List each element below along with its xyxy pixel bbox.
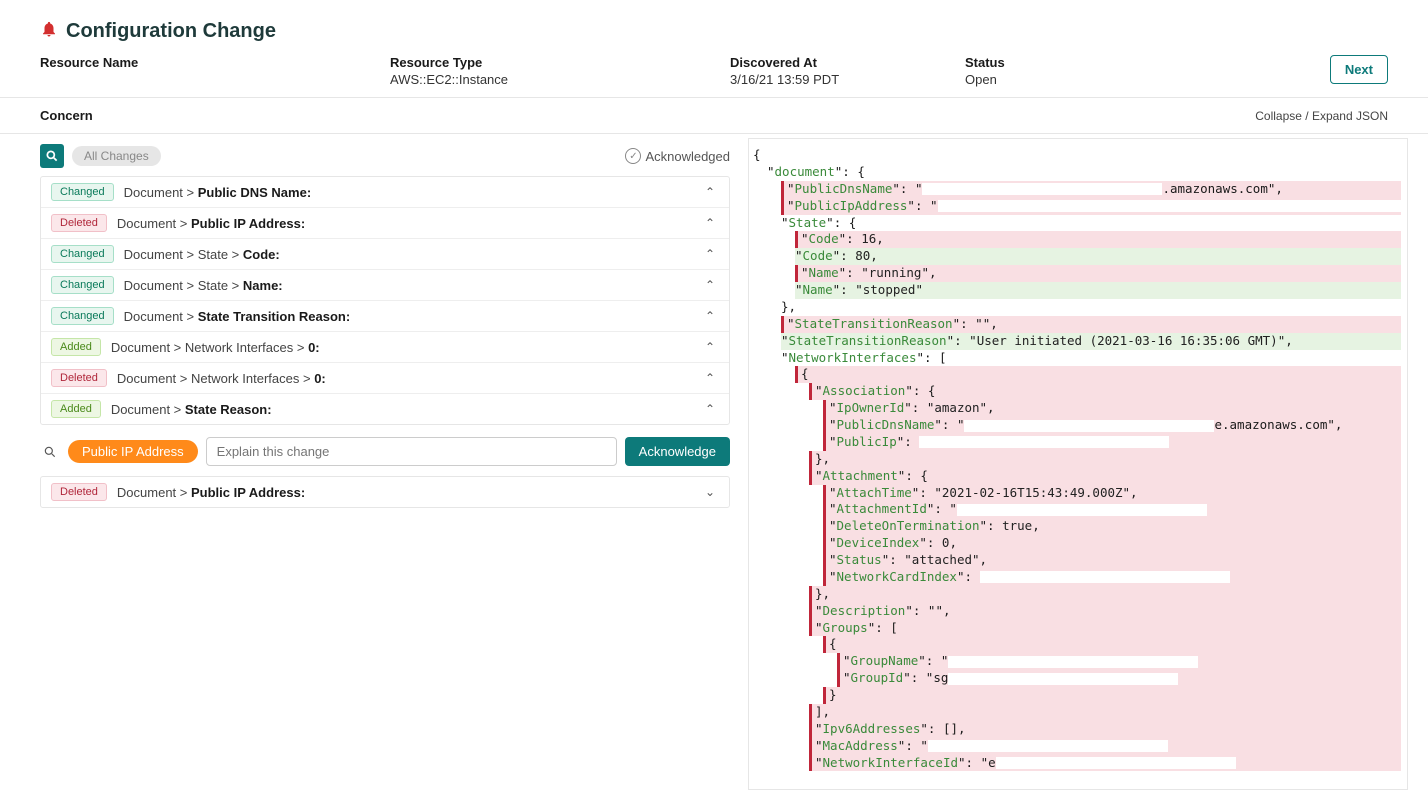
chevron-up-icon[interactable]: ⌃	[701, 247, 719, 261]
change-path: Document > Network Interfaces > 0:	[111, 340, 691, 355]
chevron-up-icon[interactable]: ⌃	[701, 216, 719, 230]
change-row[interactable]: Changed Document > State Transition Reaso…	[41, 301, 729, 332]
change-row[interactable]: Changed Document > State > Name: ⌃	[41, 270, 729, 301]
search-button[interactable]	[40, 144, 64, 168]
changes-list: ChangedDocument > Public DNS Name:⌃Delet…	[40, 176, 730, 425]
page-title: Configuration Change	[66, 20, 276, 43]
change-badge: Deleted	[51, 369, 107, 387]
change-badge: Added	[51, 400, 101, 418]
meta-discovered-at: Discovered At 3/16/21 13:59 PDT	[730, 55, 965, 87]
change-path: Document > State > Code:	[124, 247, 691, 262]
meta-status: Status Open	[965, 55, 1165, 87]
chevron-up-icon[interactable]: ⌃	[701, 340, 719, 354]
change-path: Document > Public IP Address:	[117, 216, 691, 231]
selected-change-row[interactable]: Deleted Document > Public IP Address: ⌄	[40, 476, 730, 508]
change-badge: Changed	[51, 307, 114, 325]
change-path: Document > State > Name:	[124, 278, 691, 293]
all-changes-chip[interactable]: All Changes	[72, 146, 161, 166]
change-row[interactable]: Added Document > State Reason: ⌃	[41, 394, 729, 424]
collapse-expand-toggle: Collapse / Expand JSON	[1255, 109, 1388, 123]
check-circle-icon: ✓	[625, 148, 641, 164]
change-row[interactable]: Deleted Document > Public IP Address: ⌃	[41, 208, 729, 239]
chevron-down-icon[interactable]: ⌄	[701, 485, 719, 499]
chevron-up-icon[interactable]: ⌃	[701, 402, 719, 416]
chevron-up-icon[interactable]: ⌃	[701, 278, 719, 292]
public-ip-chip[interactable]: Public IP Address	[68, 440, 198, 463]
expand-link[interactable]: Expand JSON	[1312, 109, 1388, 123]
change-path: Document > State Transition Reason:	[124, 309, 691, 324]
meta-resource-type: Resource Type AWS::EC2::Instance	[390, 55, 730, 87]
change-row[interactable]: Deleted Document > Network Interfaces > 0…	[41, 363, 729, 394]
concern-label: Concern	[40, 108, 93, 123]
chevron-up-icon[interactable]: ⌃	[701, 371, 719, 385]
change-badge: Changed	[51, 276, 114, 294]
change-path: Document > Public IP Address:	[117, 485, 691, 500]
change-badge: Deleted	[51, 214, 107, 232]
next-button[interactable]: Next	[1330, 55, 1388, 84]
changes-panel: All Changes ✓ Acknowledged ChangedDocume…	[40, 134, 740, 790]
chevron-up-icon[interactable]: ⌃	[701, 309, 719, 323]
change-path: Document > State Reason:	[111, 402, 691, 417]
json-diff-panel[interactable]: {"document": {"PublicDnsName": ".amazona…	[748, 138, 1408, 790]
acknowledge-button[interactable]: Acknowledge	[625, 437, 730, 466]
change-badge: Changed	[51, 183, 114, 201]
explain-input[interactable]	[206, 437, 617, 466]
meta-resource-name: Resource Name	[40, 55, 390, 87]
change-path: Document > Network Interfaces > 0:	[117, 371, 691, 386]
change-badge: Changed	[51, 245, 114, 263]
change-row[interactable]: Added Document > Network Interfaces > 0: ⌃	[41, 332, 729, 363]
collapse-link[interactable]: Collapse	[1255, 109, 1302, 123]
change-row[interactable]: Changed Document > Public DNS Name: ⌃	[41, 177, 729, 208]
change-path: Document > Public DNS Name:	[124, 185, 691, 200]
chevron-up-icon[interactable]: ⌃	[701, 185, 719, 199]
change-row[interactable]: Changed Document > State > Code: ⌃	[41, 239, 729, 270]
change-badge: Added	[51, 338, 101, 356]
header: Configuration Change Resource Name Resou…	[0, 0, 1428, 98]
acknowledged-status: ✓ Acknowledged	[625, 148, 730, 164]
search-icon[interactable]	[40, 442, 60, 462]
change-badge: Deleted	[51, 483, 107, 501]
bell-icon	[40, 20, 58, 43]
